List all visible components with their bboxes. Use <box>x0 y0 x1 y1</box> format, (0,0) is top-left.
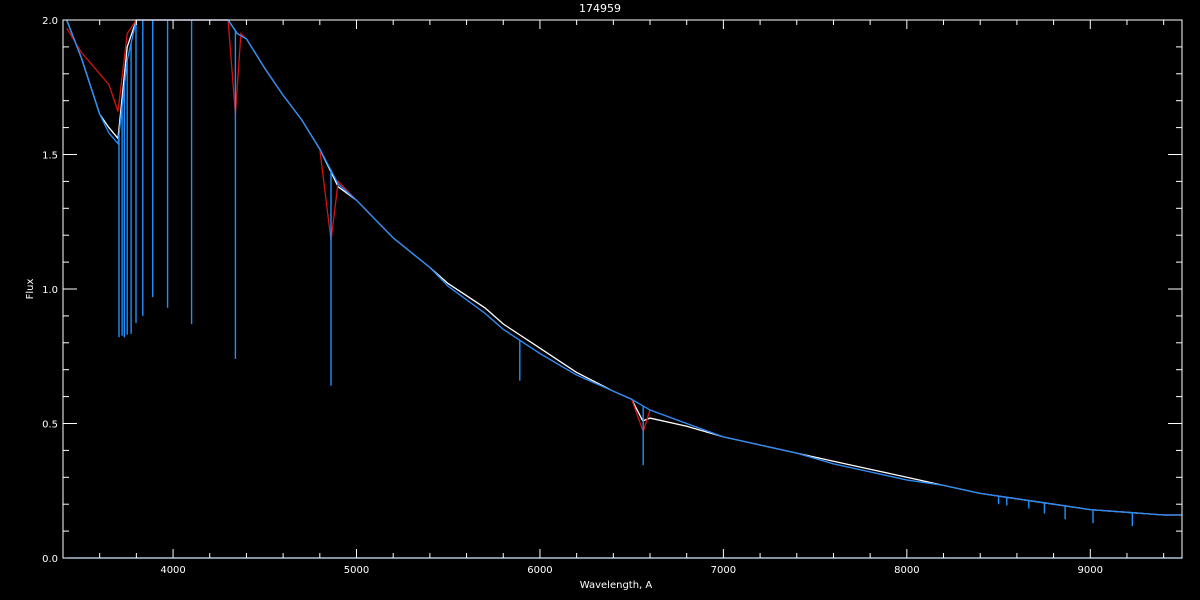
y-tick-label: 0.5 <box>42 420 58 431</box>
plot-background <box>0 0 1200 600</box>
y-tick-label: 0.0 <box>42 554 58 565</box>
x-tick-label: 9000 <box>1078 565 1103 576</box>
y-tick-label: 1.0 <box>42 285 58 296</box>
x-tick-label: 6000 <box>527 565 552 576</box>
x-axis-label: Wavelength, A <box>580 580 653 591</box>
chart-title: 174959 <box>579 2 621 15</box>
x-tick-label: 5000 <box>344 565 369 576</box>
x-tick-label: 7000 <box>711 565 736 576</box>
y-tick-label: 2.0 <box>42 16 58 27</box>
y-axis-label: Flux <box>25 279 36 300</box>
spectrum-plot: 174959 Wavelength, A Flux 4000 5000 6000 70… <box>0 0 1200 600</box>
x-tick-label: 4000 <box>160 565 185 576</box>
y-tick-label: 1.5 <box>42 151 58 162</box>
x-tick-label: 8000 <box>894 565 919 576</box>
